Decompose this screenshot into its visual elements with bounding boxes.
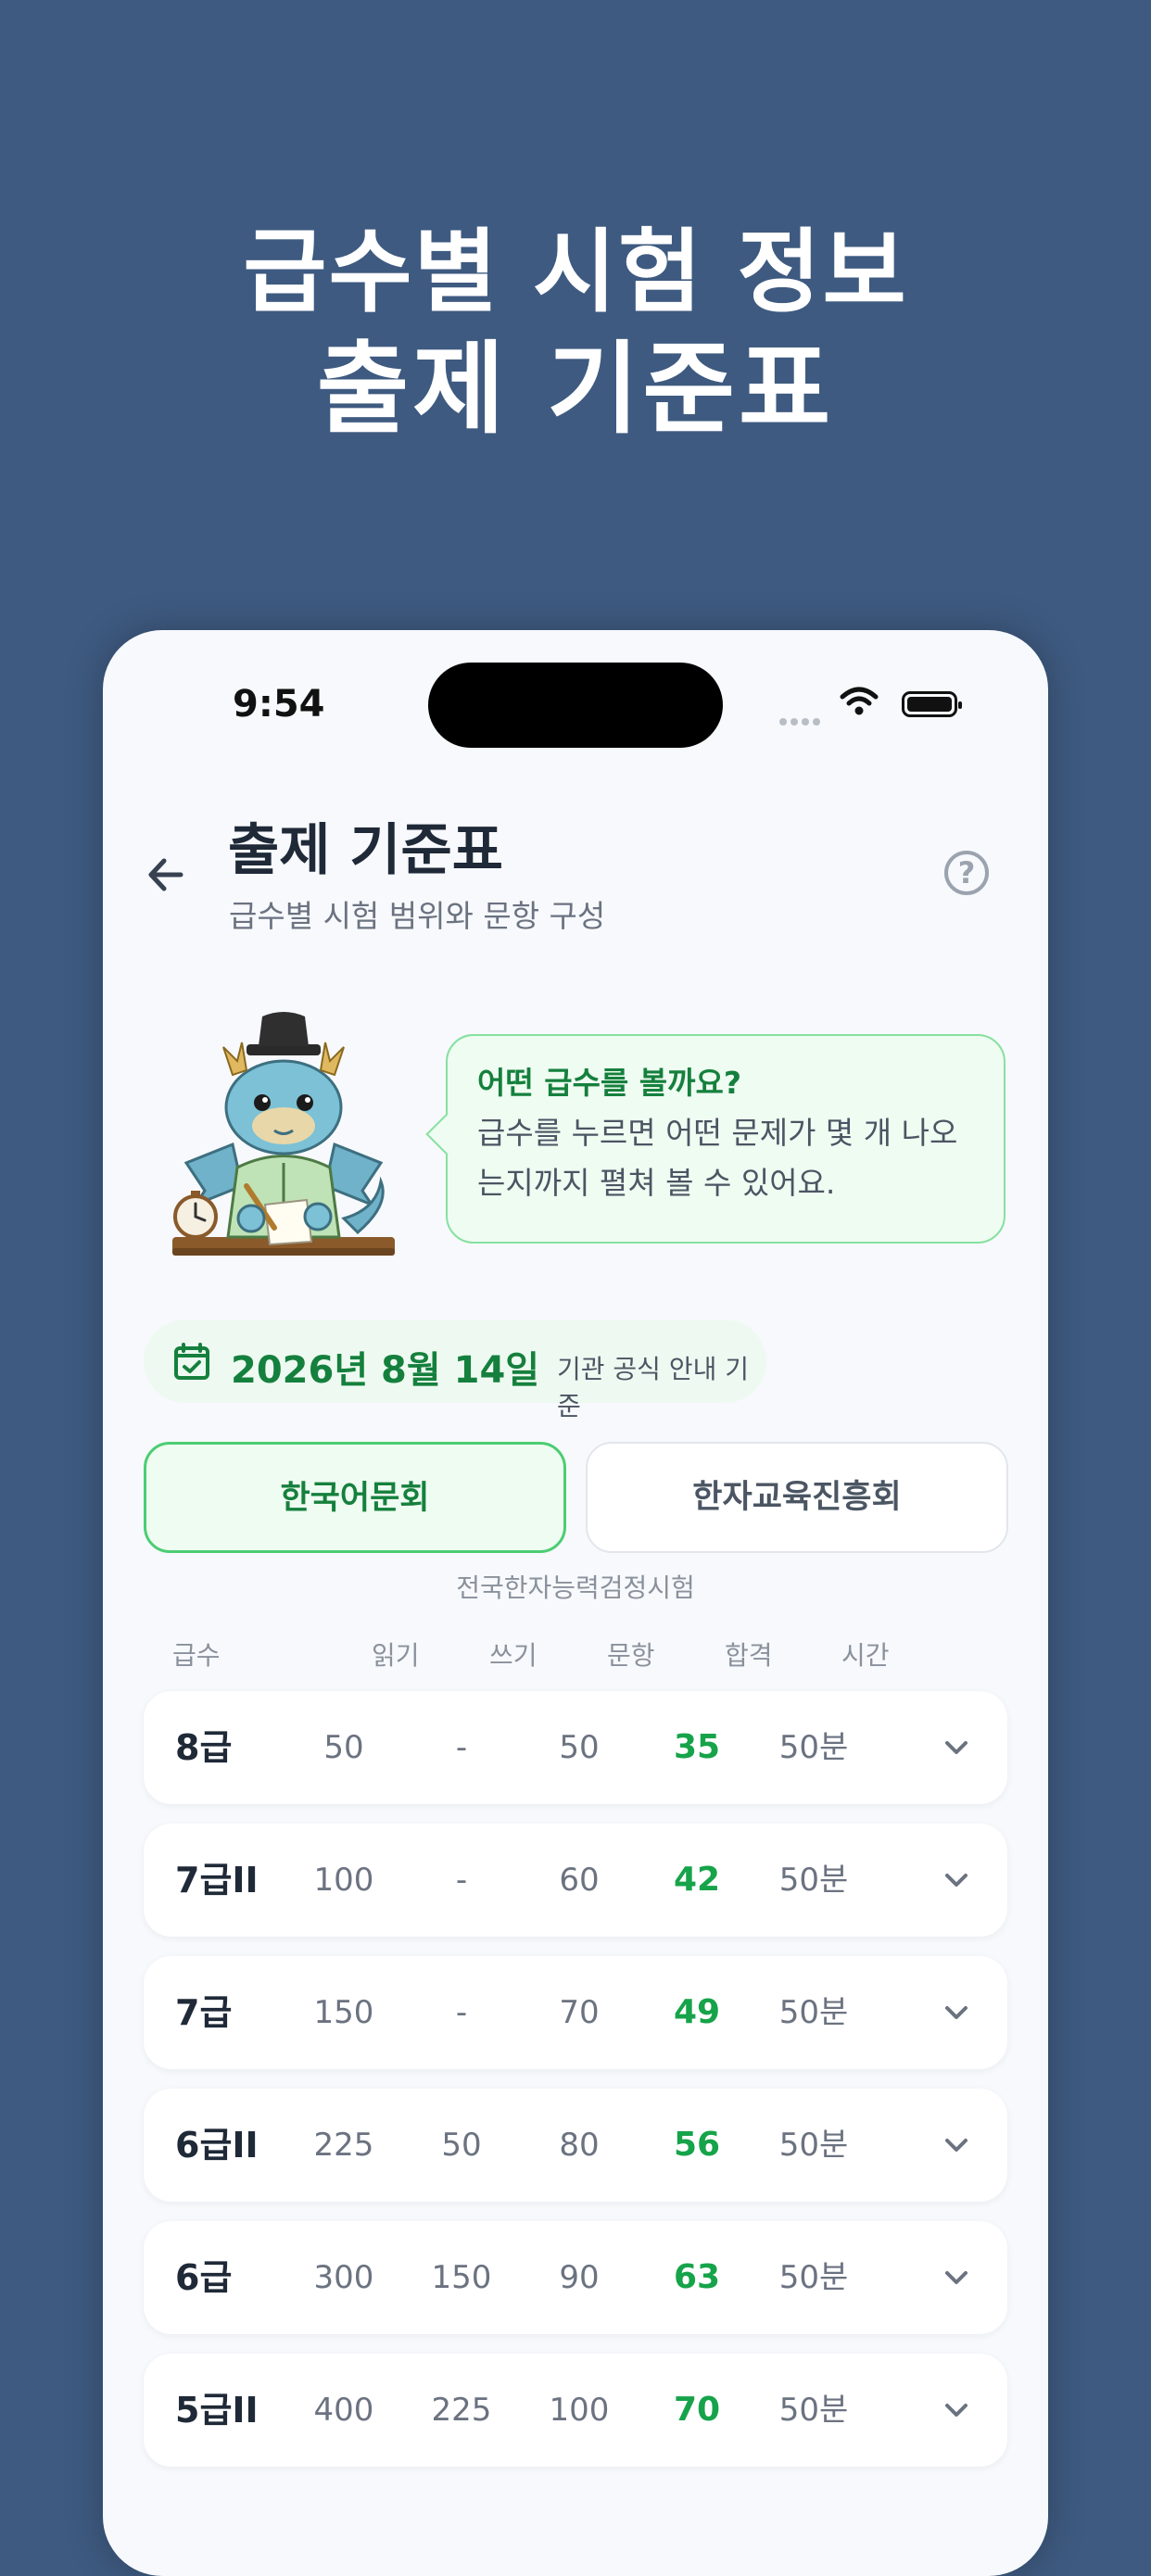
- header-time: 시간: [841, 1640, 890, 1671]
- header-read: 읽기: [372, 1640, 420, 1671]
- exam-name-note: 전국한자능력검정시험: [456, 1572, 695, 1603]
- dynamic-island: [428, 663, 723, 748]
- table-row[interactable]: 5급II 400 225 100 70 50분: [144, 2354, 1007, 2467]
- chevron-down-icon[interactable]: [942, 1735, 970, 1761]
- tip-bubble: 어떤 급수를 볼까요? 급수를 누르면 어떤 문제가 몇 개 나오 는지까지 펼…: [446, 1034, 1006, 1244]
- row-time: 50분: [778, 1862, 849, 1899]
- tab-korean-language-society[interactable]: 한국어문회: [144, 1442, 566, 1553]
- tip-body-line-2: 는지까지 펼쳐 볼 수 있어요.: [477, 1165, 836, 1201]
- row-time: 50분: [778, 1994, 849, 2031]
- row-question-count: 80: [559, 2127, 600, 2164]
- tip-body-line-1: 급수를 누르면 어떤 문제가 몇 개 나오: [477, 1115, 958, 1151]
- hero-line-1: 급수별 시험 정보: [243, 220, 908, 325]
- back-arrow-icon[interactable]: [144, 852, 188, 897]
- row-read-count: 50: [323, 1729, 364, 1766]
- row-question-count: 50: [559, 1729, 600, 1766]
- row-pass-score: 63: [673, 2258, 721, 2296]
- row-write-count: 150: [431, 2259, 492, 2296]
- table-row[interactable]: 6급II 225 50 80 56 50분: [144, 2089, 1007, 2202]
- row-pass-score: 35: [673, 1728, 721, 1766]
- table-row[interactable]: 7급II 100-60 42 50분: [144, 1824, 1007, 1937]
- table-row[interactable]: 8급 50-50 35 50분: [144, 1691, 1007, 1804]
- hero-line-2: 출제 기준표: [316, 332, 835, 448]
- date-chip: 2026년 8월 14일 기관 공식 안내 기준: [144, 1320, 766, 1421]
- calendar-check-icon: [174, 1343, 209, 1380]
- header-questions: 문항: [607, 1640, 655, 1671]
- signal-icon: [779, 712, 824, 729]
- row-write-count: 225: [431, 2392, 492, 2429]
- row-question-count: 90: [559, 2259, 600, 2296]
- phone-screen: 9:54 출제 기준표 급수별 시험 범위와 문항 구성 ? 어떤 급수를 볼까…: [103, 630, 1048, 2576]
- row-read-count: 300: [313, 2259, 374, 2296]
- table-row[interactable]: 6급 300 150 90 63 50분: [144, 2221, 1007, 2334]
- row-read-count: 100: [313, 1862, 374, 1899]
- row-pass-score: 49: [673, 1993, 721, 2031]
- row-write-count: -: [455, 1862, 468, 1899]
- hero-heading: 급수별 시험 정보 출제 기준표: [0, 215, 1151, 450]
- dragon-scholar-mascot: [172, 1012, 395, 1256]
- table-row[interactable]: 7급 150-70 49 50분: [144, 1956, 1007, 2069]
- tip-title: 어떤 급수를 볼까요?: [477, 1065, 742, 1101]
- row-question-count: 60: [559, 1862, 600, 1899]
- header-write: 쓰기: [489, 1640, 538, 1671]
- table-header: 급수 읽기 쓰기 문항 합격 시간: [103, 1635, 1048, 1673]
- row-pass-score: 56: [673, 2126, 721, 2164]
- page-subtitle: 급수별 시험 범위와 문항 구성: [229, 898, 606, 934]
- page-title: 출제 기준표: [228, 818, 503, 883]
- row-time: 50분: [778, 1729, 849, 1766]
- row-read-count: 150: [313, 1994, 374, 2031]
- row-time: 50분: [778, 2392, 849, 2429]
- row-pass-score: 42: [673, 1861, 721, 1899]
- chevron-down-icon[interactable]: [942, 2000, 970, 2026]
- row-read-count: 400: [313, 2392, 374, 2429]
- tab-hanja-education-association[interactable]: 한자교육진흥회: [586, 1442, 1008, 1553]
- chevron-down-icon[interactable]: [942, 2132, 970, 2158]
- battery-icon: [902, 691, 962, 717]
- header-grade: 급수: [172, 1640, 221, 1671]
- row-question-count: 70: [559, 1994, 600, 2031]
- chevron-down-icon[interactable]: [942, 2397, 970, 2423]
- row-question-count: 100: [549, 2392, 610, 2429]
- header-pass: 합격: [725, 1640, 773, 1671]
- wifi-icon: [840, 687, 879, 715]
- chevron-down-icon[interactable]: [942, 1867, 970, 1893]
- row-write-count: -: [455, 1994, 468, 2031]
- row-time: 50분: [778, 2127, 849, 2164]
- exam-date: 2026년 8월 14일: [231, 1349, 540, 1392]
- date-note: 기관 공식 안내 기준: [557, 1354, 750, 1421]
- status-time: 9:54: [233, 683, 325, 726]
- row-time: 50분: [778, 2259, 849, 2296]
- help-icon[interactable]: ?: [944, 851, 989, 895]
- row-pass-score: 70: [673, 2391, 721, 2429]
- tip-body: 급수를 누르면 어떤 문제가 몇 개 나오 는지까지 펼쳐 볼 수 있어요.: [477, 1108, 974, 1208]
- chevron-down-icon[interactable]: [942, 2265, 970, 2291]
- row-write-count: 50: [441, 2127, 482, 2164]
- row-write-count: -: [455, 1729, 468, 1766]
- row-read-count: 225: [313, 2127, 374, 2164]
